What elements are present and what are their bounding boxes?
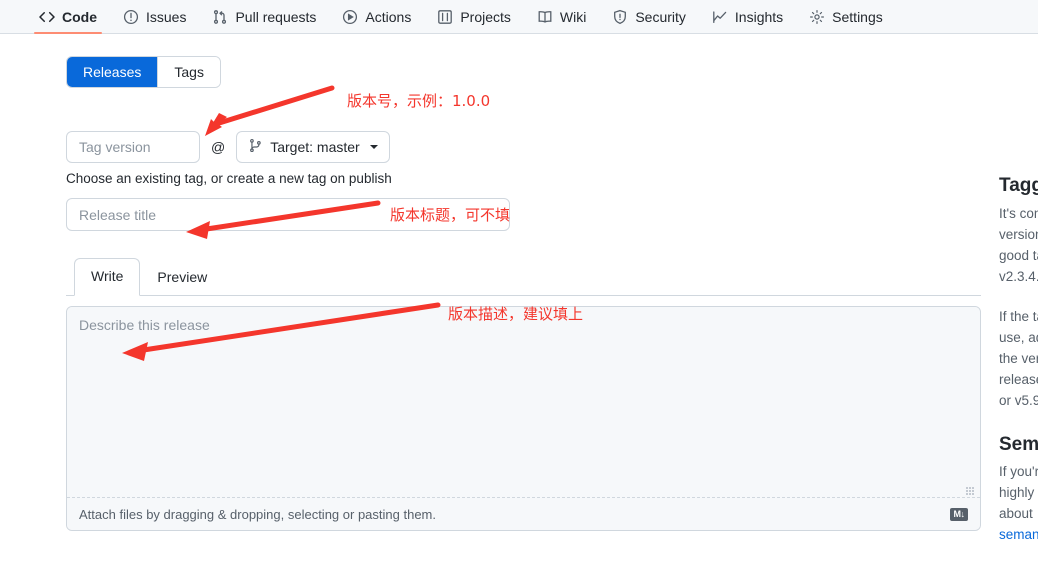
- nav-item-actions[interactable]: Actions: [329, 0, 424, 33]
- nav-item-label: Insights: [734, 8, 784, 25]
- nav-item-label: Actions: [365, 8, 412, 25]
- annotation-release-body-text: 版本描述，建议填上: [448, 305, 584, 323]
- tag-version-row: @ Target: master: [66, 131, 981, 163]
- tag-helper-text: Choose an existing tag, or create a new …: [66, 171, 392, 186]
- nav-item-issues[interactable]: Issues: [110, 0, 199, 33]
- page-body: Releases Tags @ Target: master Choose an…: [0, 34, 1038, 542]
- nav-item-code[interactable]: Code: [26, 0, 110, 34]
- editor-footer: Attach files by dragging & dropping, sel…: [67, 497, 980, 530]
- textarea-resize-handle[interactable]: [67, 487, 980, 497]
- issue-opened-icon: [123, 9, 139, 25]
- tagging-sidebar: Tagging suggestions It's common practice…: [999, 174, 1038, 545]
- editor-body-wrap: Attach files by dragging & dropping, sel…: [66, 306, 981, 531]
- tag-version-input[interactable]: [66, 131, 200, 163]
- annotation-release-title-text: 版本标题，可不填: [390, 206, 511, 224]
- nav-item-label: Settings: [832, 8, 883, 25]
- nav-item-insights[interactable]: Insights: [699, 0, 796, 33]
- editor-tabs: Write Preview: [66, 258, 981, 296]
- releases-tab-button[interactable]: Releases: [67, 57, 159, 87]
- at-separator: @: [211, 139, 226, 155]
- shield-icon: [612, 9, 628, 25]
- markdown-icon[interactable]: M↓: [950, 507, 968, 521]
- graph-icon: [712, 9, 728, 25]
- nav-item-label: Issues: [146, 8, 187, 25]
- nav-item-label: Projects: [460, 8, 511, 25]
- tags-tab-button[interactable]: Tags: [158, 57, 220, 87]
- releases-tags-toggle: Releases Tags: [66, 56, 221, 88]
- sidebar-paragraph-3: If you're new to releasing software, we …: [999, 464, 1038, 522]
- nav-item-pull-requests[interactable]: Pull requests: [199, 0, 329, 33]
- code-icon: [39, 9, 55, 25]
- nav-item-wiki[interactable]: Wiki: [524, 0, 599, 33]
- nav-item-security[interactable]: Security: [599, 0, 699, 33]
- attach-files-hint: Attach files by dragging & dropping, sel…: [79, 506, 436, 522]
- release-description-editor: Write Preview Attach files by dragging &…: [66, 258, 981, 531]
- gear-icon: [809, 9, 825, 25]
- chevron-down-icon: [369, 145, 378, 149]
- play-icon: [342, 9, 358, 25]
- git-branch-icon: [248, 138, 263, 156]
- target-branch-label: Target: master: [270, 139, 360, 155]
- semantic-versioning-link[interactable]: semantic versioning.: [999, 524, 1038, 545]
- tab-write[interactable]: Write: [74, 258, 141, 296]
- nav-item-label: Security: [635, 8, 686, 25]
- sidebar-paragraph-1: It's common practice to prefix your vers…: [999, 205, 1038, 284]
- release-form: Releases Tags @ Target: master Choose an…: [66, 56, 981, 531]
- release-body-textarea[interactable]: [67, 307, 980, 489]
- nav-item-settings[interactable]: Settings: [796, 0, 896, 33]
- sidebar-paragraph-2: If the tag isn't meant for production us…: [999, 308, 1038, 408]
- nav-item-projects[interactable]: Projects: [424, 0, 524, 33]
- target-branch-dropdown[interactable]: Target: master: [236, 131, 390, 163]
- sidebar-heading-semver: Semantic versioning: [999, 433, 1038, 455]
- nav-item-label: Pull requests: [235, 8, 317, 25]
- git-pull-request-icon: [212, 9, 228, 25]
- nav-item-label: Wiki: [559, 8, 587, 25]
- repo-nav: Code Issues Pull requests Actions Projec…: [0, 0, 1038, 34]
- book-icon: [537, 9, 553, 25]
- annotation-tag-version-text: 版本号，示例：1.0.0: [347, 92, 491, 110]
- sidebar-heading-tagging: Tagging suggestions: [999, 175, 1038, 196]
- tab-preview[interactable]: Preview: [140, 259, 224, 296]
- project-board-icon: [437, 9, 453, 25]
- nav-item-label: Code: [62, 8, 97, 25]
